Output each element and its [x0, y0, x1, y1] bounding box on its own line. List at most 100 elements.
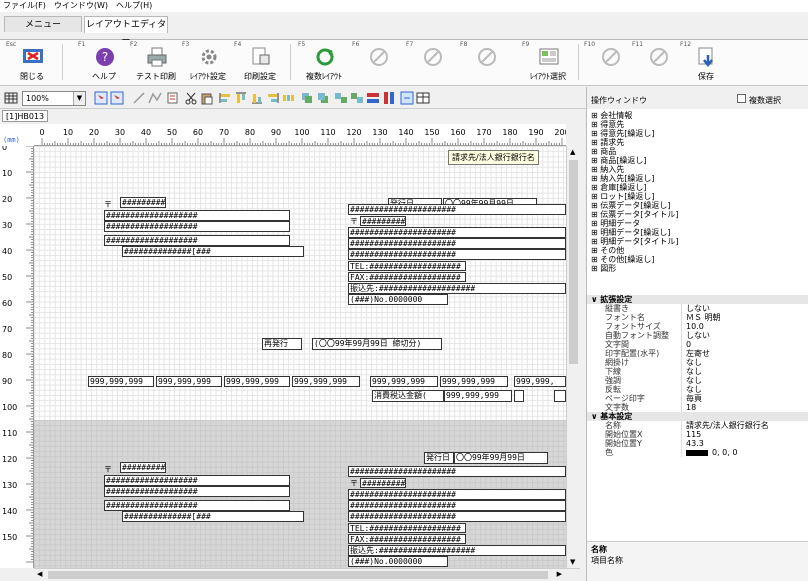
- tree-item[interactable]: ⊞ 得意先[繰返し]: [587, 129, 808, 138]
- tree-item[interactable]: ⊞ 明細データ[タイトル]: [587, 237, 808, 246]
- scroll-down-icon[interactable]: ▼: [570, 558, 575, 566]
- property-row[interactable]: フォント名 ＭＳ 明朝: [587, 313, 808, 322]
- amount-field-2[interactable]: 999,999,999: [156, 376, 222, 387]
- property-value[interactable]: なし: [682, 367, 702, 376]
- company-address-1-copy[interactable]: ######################: [348, 489, 566, 500]
- field-tree[interactable]: ⊞ 会社情報 ⊞ 得意先 ⊞ 得意先[繰返し] ⊞ 請求先 ⊞ 商品 ⊞ 商品[繰返し] ⊞…: [587, 111, 808, 293]
- text-tool-icon[interactable]: [166, 91, 180, 105]
- layout-settings-button[interactable]: F3 ﾚｲｱｳﾄ設定: [180, 41, 236, 83]
- expand-icon[interactable]: ⊞: [591, 201, 600, 210]
- expand-icon[interactable]: ⊞: [591, 264, 600, 273]
- company-address-3[interactable]: ######################: [348, 249, 566, 260]
- tree-item[interactable]: ⊞ その他: [587, 246, 808, 255]
- same-height-icon[interactable]: [382, 91, 396, 105]
- property-value[interactable]: なし: [682, 358, 702, 367]
- invoice-no-field-copy[interactable]: (###)No.0000000: [348, 556, 448, 567]
- company-address-2[interactable]: ######################: [348, 238, 566, 249]
- address-field-2-copy[interactable]: ###################: [104, 486, 290, 497]
- expand-icon[interactable]: ⊞: [591, 237, 600, 246]
- grid-icon[interactable]: [4, 91, 18, 105]
- property-value[interactable]: 0: [682, 340, 691, 349]
- address-field-1[interactable]: ###################: [104, 210, 290, 221]
- address-field-2[interactable]: ###################: [104, 221, 290, 232]
- tree-item[interactable]: ⊞ その他[繰返し]: [587, 255, 808, 264]
- f8-button[interactable]: F8: [458, 41, 514, 83]
- tree-item[interactable]: ⊞ 納入先: [587, 165, 808, 174]
- issue-date-label-copy[interactable]: 発行日: [424, 452, 454, 464]
- property-value[interactable]: しない: [682, 331, 710, 340]
- polyline-tool-icon[interactable]: [148, 91, 162, 105]
- menu-window[interactable]: ウインドウ(W): [54, 0, 108, 12]
- property-value[interactable]: 毎頁: [682, 394, 702, 403]
- tree-item[interactable]: ⊞ 請求先: [587, 138, 808, 147]
- amount-field-1[interactable]: 999,999,999: [88, 376, 154, 387]
- vertical-scrollbar[interactable]: ▲ ▼: [566, 146, 580, 568]
- property-value[interactable]: なし: [682, 385, 702, 394]
- property-value[interactable]: 左寄せ: [682, 349, 710, 358]
- expand-icon[interactable]: ⊞: [591, 147, 600, 156]
- expand-icon[interactable]: ⊞: [591, 219, 600, 228]
- ungroup-icon[interactable]: [350, 91, 364, 105]
- tree-item[interactable]: ⊞ 商品: [587, 147, 808, 156]
- expand-icon[interactable]: ⊞: [591, 246, 600, 255]
- reissue-field[interactable]: 再発行: [262, 338, 302, 350]
- company-postal-field-copy[interactable]: #########: [360, 478, 406, 488]
- expand-icon[interactable]: ⊞: [591, 255, 600, 264]
- property-row[interactable]: 文字数 18: [587, 403, 808, 412]
- test-print-button[interactable]: F2 テスト印刷: [128, 41, 184, 83]
- tree-item[interactable]: ⊞ 納入先[繰返し]: [587, 174, 808, 183]
- scroll-left-icon[interactable]: ◀: [37, 570, 42, 578]
- table-tool-icon[interactable]: [416, 91, 430, 105]
- property-row[interactable]: 名称 請求先/法人銀行銀行名: [587, 421, 808, 430]
- f7-button[interactable]: F7: [404, 41, 460, 83]
- property-value[interactable]: 43.3: [682, 439, 704, 448]
- name-field-copy[interactable]: ##############[###: [122, 511, 304, 522]
- expand-icon[interactable]: ⊞: [591, 165, 600, 174]
- group-icon[interactable]: [334, 91, 348, 105]
- amount-field-4[interactable]: 999,999,999: [292, 376, 360, 387]
- property-row[interactable]: 文字間 0: [587, 340, 808, 349]
- close-button[interactable]: Esc 閉じる: [4, 41, 60, 83]
- closing-period-field[interactable]: (〇〇99年99月99日 締切分): [312, 338, 442, 350]
- property-grid[interactable]: ∨ 拡張設定 縦書き しない フォント名 ＭＳ 明朝 フォントサイズ 10.0 自動フォント…: [587, 295, 808, 541]
- company-address-3-copy[interactable]: ######################: [348, 511, 566, 522]
- company-name-field-copy[interactable]: ######################: [348, 466, 566, 477]
- multi-select-checkbox[interactable]: [737, 94, 746, 103]
- property-row[interactable]: 反転 なし: [587, 385, 808, 394]
- tree-item[interactable]: ⊞ 倉庫[繰返し]: [587, 183, 808, 192]
- sheet-tab[interactable]: [1]HB013: [2, 110, 49, 122]
- scroll-right-icon[interactable]: ▶: [557, 570, 562, 578]
- tel-field[interactable]: TEL:###################: [348, 261, 466, 271]
- property-row[interactable]: 色 0, 0, 0: [587, 448, 808, 457]
- tab-layout-editor[interactable]: レイアウトエディター: [84, 16, 168, 46]
- bring-forward-icon[interactable]: [300, 91, 314, 105]
- amount-field-3[interactable]: 999,999,999: [224, 376, 290, 387]
- f6-button[interactable]: F6: [350, 41, 406, 83]
- expand-icon[interactable]: ⊞: [591, 192, 600, 201]
- multi-layout-button[interactable]: F5 複数ﾚｲｱｳﾄ: [296, 41, 352, 83]
- expand-icon[interactable]: ⊞: [591, 129, 600, 138]
- horizontal-scrollbar[interactable]: ◀ ▶: [34, 568, 580, 581]
- tax-incl-amount[interactable]: 999,999,999: [444, 390, 512, 402]
- basic-section-header[interactable]: ∨ 基本設定: [587, 412, 808, 421]
- layout-canvas[interactable]: 発行日 〇〇99年99月99日 〒 ######### ############…: [34, 146, 566, 568]
- property-row[interactable]: 開始位置Y 43.3: [587, 439, 808, 448]
- invoice-no-field[interactable]: (###)No.0000000: [348, 294, 448, 305]
- tree-item[interactable]: ⊞ ロット[繰返し]: [587, 192, 808, 201]
- line-tool-icon[interactable]: [132, 91, 146, 105]
- company-field-copy[interactable]: ###################: [104, 500, 290, 511]
- paste-tool-icon[interactable]: [200, 91, 214, 105]
- align-right-icon[interactable]: [266, 91, 280, 105]
- expand-icon[interactable]: ⊞: [591, 156, 600, 165]
- distribute-icon[interactable]: [282, 91, 296, 105]
- layout-select-button[interactable]: F9 ﾚｲｱｳﾄ選択: [520, 41, 576, 83]
- property-row[interactable]: 自動フォント調整 しない: [587, 331, 808, 340]
- align-left-icon[interactable]: [218, 91, 232, 105]
- tree-item[interactable]: ⊞ 得意先: [587, 120, 808, 129]
- postal-code-field-copy[interactable]: #########: [120, 462, 166, 473]
- send-backward-icon[interactable]: [316, 91, 330, 105]
- company-address-2-copy[interactable]: ######################: [348, 500, 566, 511]
- same-width-icon[interactable]: [366, 91, 380, 105]
- property-row[interactable]: 下線 なし: [587, 367, 808, 376]
- expand-icon[interactable]: ⊞: [591, 111, 600, 120]
